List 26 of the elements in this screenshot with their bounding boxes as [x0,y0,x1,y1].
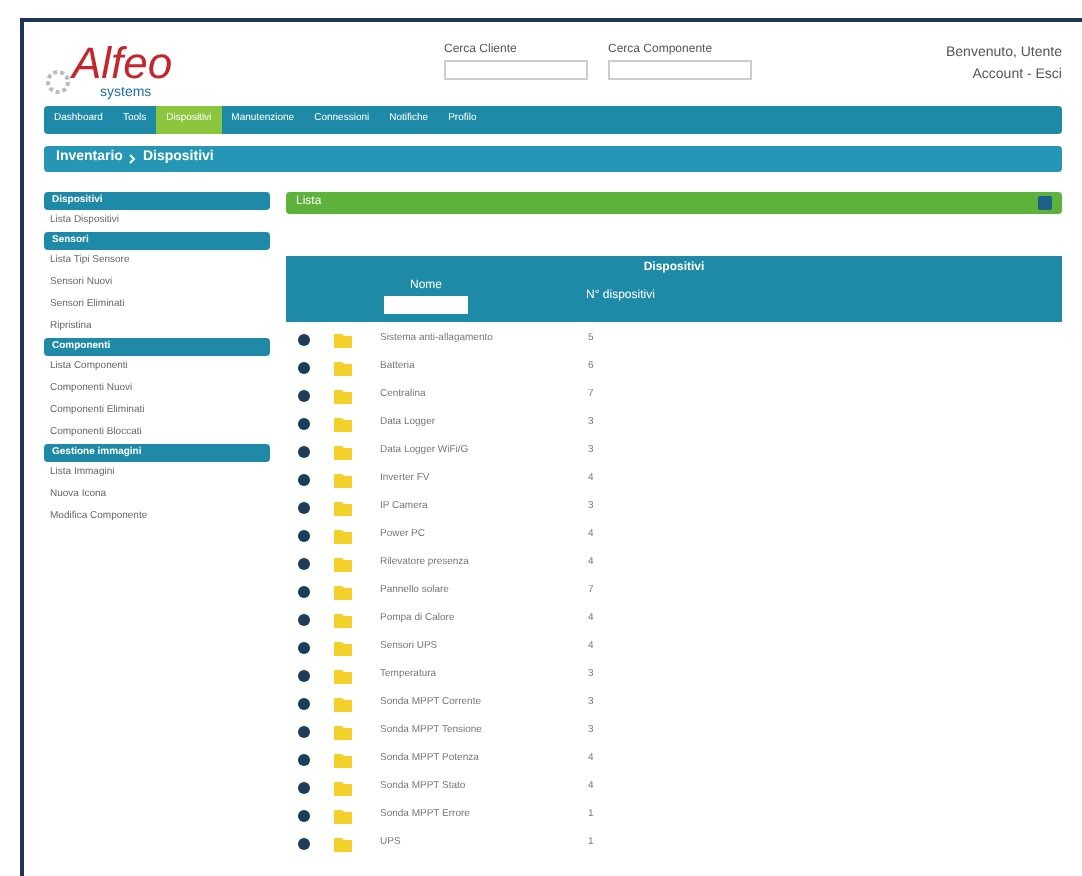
device-icon[interactable] [298,418,310,430]
device-icon[interactable] [298,474,310,486]
logo: Alfeo [72,42,173,86]
gear-icon [44,68,72,96]
device-icon[interactable] [298,838,310,850]
device-icon[interactable] [298,530,310,542]
device-icon[interactable] [298,614,310,626]
device-icon[interactable] [298,698,310,710]
search-field[interactable] [608,60,752,80]
device-icon[interactable] [298,810,310,822]
device-icon[interactable] [298,642,310,654]
device-icon[interactable] [298,362,310,374]
device-icon[interactable] [298,586,310,598]
device-icon[interactable] [298,782,310,794]
filter-field[interactable] [384,296,468,314]
device-icon[interactable] [298,754,310,766]
device-icon[interactable] [298,446,310,458]
device-icon[interactable] [298,334,310,346]
search-field[interactable] [444,60,588,80]
toggle-icon[interactable] [1038,196,1052,210]
chevron-icon [128,154,137,164]
device-icon[interactable] [298,390,310,402]
device-icon[interactable] [298,502,310,514]
device-icon[interactable] [298,726,310,738]
device-icon[interactable] [298,670,310,682]
device-icon[interactable] [298,558,310,570]
